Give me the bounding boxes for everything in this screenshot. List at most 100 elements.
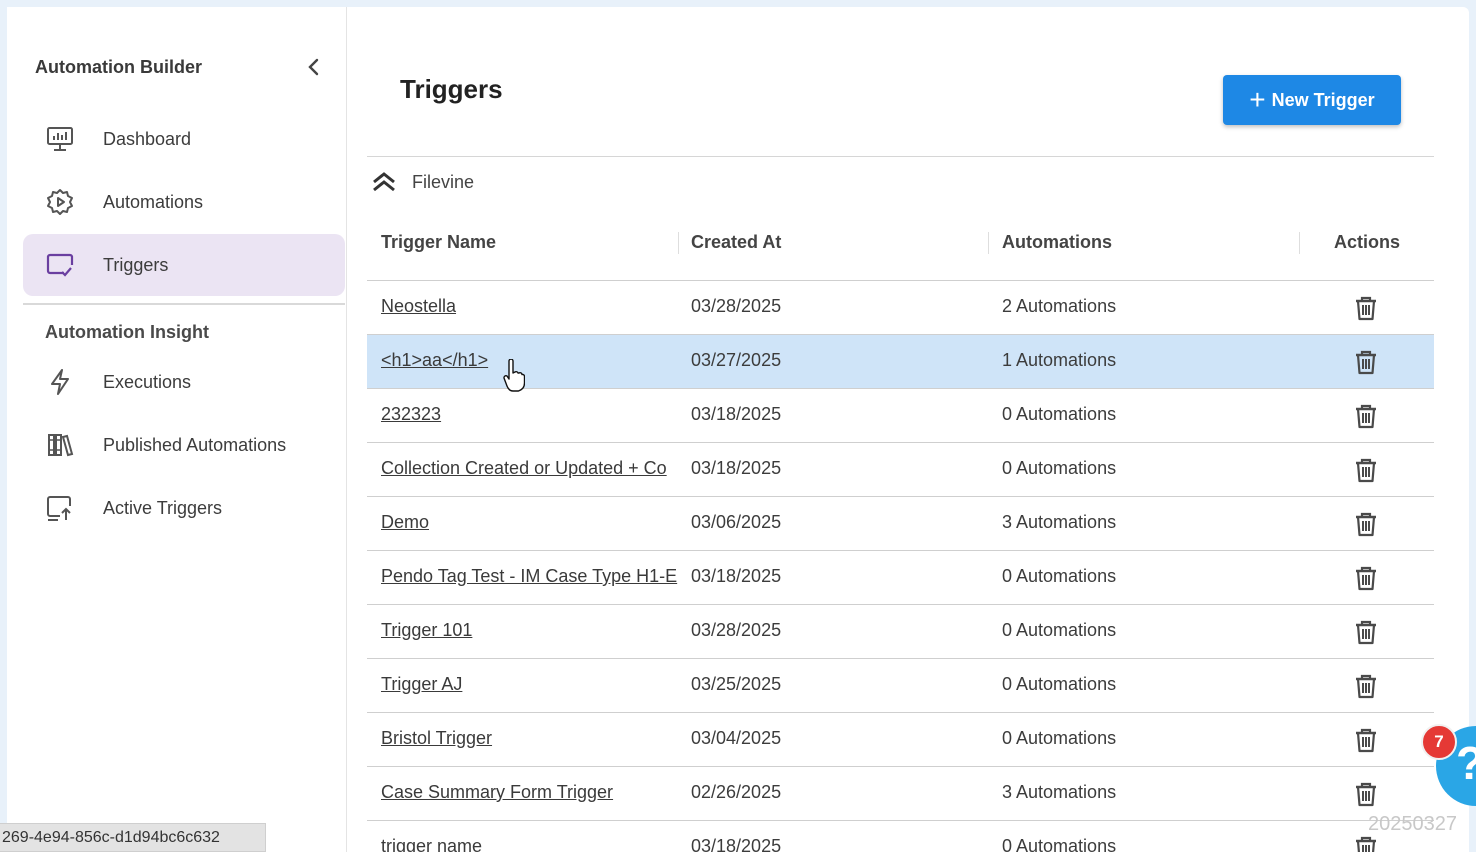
- sidebar: Automation Builder Dashboard Automations…: [7, 7, 347, 852]
- table-row[interactable]: Neostella 03/28/2025 2 Automations: [367, 281, 1434, 335]
- screen-upload-icon: [45, 493, 75, 523]
- trash-icon[interactable]: [1352, 456, 1380, 484]
- sidebar-item-triggers[interactable]: Triggers: [23, 234, 345, 296]
- sidebar-header: Automation Builder: [35, 49, 325, 85]
- sidebar-item-label: Triggers: [103, 254, 169, 275]
- table-row[interactable]: <h1>aa</h1> 03/27/2025 1 Automations: [367, 335, 1434, 389]
- gear-play-icon: [45, 187, 75, 217]
- automations-count-cell: 3 Automations: [1002, 512, 1117, 532]
- column-separator: [678, 232, 679, 254]
- screen-check-icon: [45, 250, 75, 280]
- created-at-cell: 03/28/2025: [691, 296, 782, 316]
- chevron-double-up-icon: [373, 172, 395, 192]
- sidebar-item-label: Published Automations: [103, 434, 287, 455]
- trigger-name-link[interactable]: <h1>aa</h1>: [381, 350, 678, 371]
- trigger-name-link[interactable]: Bristol Trigger: [381, 728, 678, 749]
- table-header: Trigger Name Created At Automations Acti…: [367, 214, 1434, 281]
- sidebar-item-active-triggers[interactable]: Active Triggers: [23, 477, 345, 539]
- table-body: Neostella 03/28/2025 2 Automations <h1>aa</…: [367, 281, 1434, 852]
- sidebar-divider: [23, 303, 345, 305]
- trash-icon[interactable]: [1352, 348, 1380, 376]
- sidebar-item-published-automations[interactable]: Published Automations: [23, 414, 345, 476]
- trash-icon[interactable]: [1352, 780, 1380, 808]
- sidebar-item-label: Active Triggers: [103, 497, 223, 518]
- automations-count-cell: 0 Automations: [1002, 674, 1117, 694]
- trash-icon[interactable]: [1352, 294, 1380, 322]
- created-at-cell: 03/18/2025: [691, 458, 782, 478]
- page-title: Triggers: [400, 74, 503, 104]
- group-toggle-filevine[interactable]: Filevine: [370, 166, 474, 198]
- automations-count-cell: 3 Automations: [1002, 782, 1117, 802]
- column-header-automations[interactable]: Automations: [1002, 232, 1112, 253]
- group-name: Filevine: [412, 171, 475, 192]
- trash-icon[interactable]: [1352, 726, 1380, 754]
- new-trigger-label: New Trigger: [1271, 89, 1375, 110]
- monitor-chart-icon: [45, 124, 75, 154]
- automations-count-cell: 0 Automations: [1002, 458, 1117, 478]
- library-books-icon: [45, 430, 75, 460]
- automations-count-cell: 1 Automations: [1002, 350, 1117, 370]
- automations-count-cell: 0 Automations: [1002, 566, 1117, 586]
- trigger-name-link[interactable]: Neostella: [381, 296, 678, 317]
- question-mark-icon: ?: [1456, 736, 1476, 790]
- column-separator: [1299, 232, 1300, 254]
- table-row[interactable]: Case Summary Form Trigger 02/26/2025 3 Aut…: [367, 767, 1434, 821]
- created-at-cell: 03/18/2025: [691, 404, 782, 424]
- trash-icon[interactable]: [1352, 618, 1380, 646]
- table-row[interactable]: Pendo Tag Test - IM Case Type H1-E 03/18/…: [367, 551, 1434, 605]
- trash-icon[interactable]: [1352, 402, 1380, 430]
- sidebar-section-title: Automation Insight: [45, 322, 209, 342]
- trigger-name-link[interactable]: Pendo Tag Test - IM Case Type H1-E: [381, 566, 678, 587]
- lightning-icon: [45, 367, 75, 397]
- trash-icon[interactable]: [1352, 510, 1380, 538]
- created-at-cell: 03/27/2025: [691, 350, 782, 370]
- column-separator: [988, 232, 989, 254]
- sidebar-item-label: Dashboard: [103, 128, 192, 149]
- created-at-cell: 03/18/2025: [691, 836, 782, 852]
- triggers-table: Trigger Name Created At Automations Acti…: [367, 214, 1434, 852]
- column-header-created-at[interactable]: Created At: [691, 232, 781, 253]
- sidebar-item-label: Automations: [103, 191, 204, 212]
- trash-icon[interactable]: [1352, 834, 1380, 852]
- created-at-cell: 03/06/2025: [691, 512, 782, 532]
- status-bar-url: 269-4e94-856c-d1d94bc6c632: [0, 823, 266, 852]
- table-row[interactable]: 232323 03/18/2025 0 Automations: [367, 389, 1434, 443]
- trash-icon[interactable]: [1352, 564, 1380, 592]
- table-row[interactable]: Trigger 101 03/28/2025 0 Automations: [367, 605, 1434, 659]
- automations-count-cell: 0 Automations: [1002, 836, 1117, 852]
- notification-badge: 7: [1421, 724, 1457, 760]
- mouse-cursor-icon: [503, 358, 526, 393]
- chevron-left-icon: [308, 58, 319, 76]
- trigger-name-link[interactable]: 232323: [381, 404, 678, 425]
- created-at-cell: 03/25/2025: [691, 674, 782, 694]
- trigger-name-link[interactable]: Collection Created or Updated + Co: [381, 458, 678, 479]
- trigger-name-link[interactable]: Demo: [381, 512, 678, 533]
- table-row[interactable]: Collection Created or Updated + Co 03/18/…: [367, 443, 1434, 497]
- watermark: 20250327: [1368, 813, 1457, 835]
- header-divider: [367, 156, 1434, 157]
- sidebar-title: Automation Builder: [35, 56, 202, 77]
- plus-icon: +: [1249, 84, 1266, 115]
- created-at-cell: 03/04/2025: [691, 728, 782, 748]
- sidebar-item-executions[interactable]: Executions: [23, 351, 345, 413]
- sidebar-item-automations[interactable]: Automations: [23, 171, 345, 233]
- automations-count-cell: 2 Automations: [1002, 296, 1117, 316]
- table-row[interactable]: trigger name 03/18/2025 0 Automations: [367, 821, 1434, 852]
- trash-icon[interactable]: [1352, 672, 1380, 700]
- table-row[interactable]: Trigger AJ 03/25/2025 0 Automations: [367, 659, 1434, 713]
- trigger-name-link[interactable]: Trigger 101: [381, 620, 678, 641]
- sidebar-item-label: Executions: [103, 371, 192, 392]
- created-at-cell: 02/26/2025: [691, 782, 782, 802]
- table-row[interactable]: Demo 03/06/2025 3 Automations: [367, 497, 1434, 551]
- sidebar-item-dashboard[interactable]: Dashboard: [23, 108, 345, 170]
- collapse-sidebar-button[interactable]: [301, 55, 325, 79]
- trigger-name-link[interactable]: Case Summary Form Trigger: [381, 782, 678, 803]
- trigger-name-link[interactable]: trigger name: [381, 836, 678, 852]
- trigger-name-link[interactable]: Trigger AJ: [381, 674, 678, 695]
- automations-count-cell: 0 Automations: [1002, 620, 1117, 640]
- automations-count-cell: 0 Automations: [1002, 404, 1117, 424]
- automations-count-cell: 0 Automations: [1002, 728, 1117, 748]
- column-header-trigger-name[interactable]: Trigger Name: [381, 232, 496, 253]
- new-trigger-button[interactable]: + New Trigger: [1223, 75, 1401, 125]
- table-row[interactable]: Bristol Trigger 03/04/2025 0 Automations: [367, 713, 1434, 767]
